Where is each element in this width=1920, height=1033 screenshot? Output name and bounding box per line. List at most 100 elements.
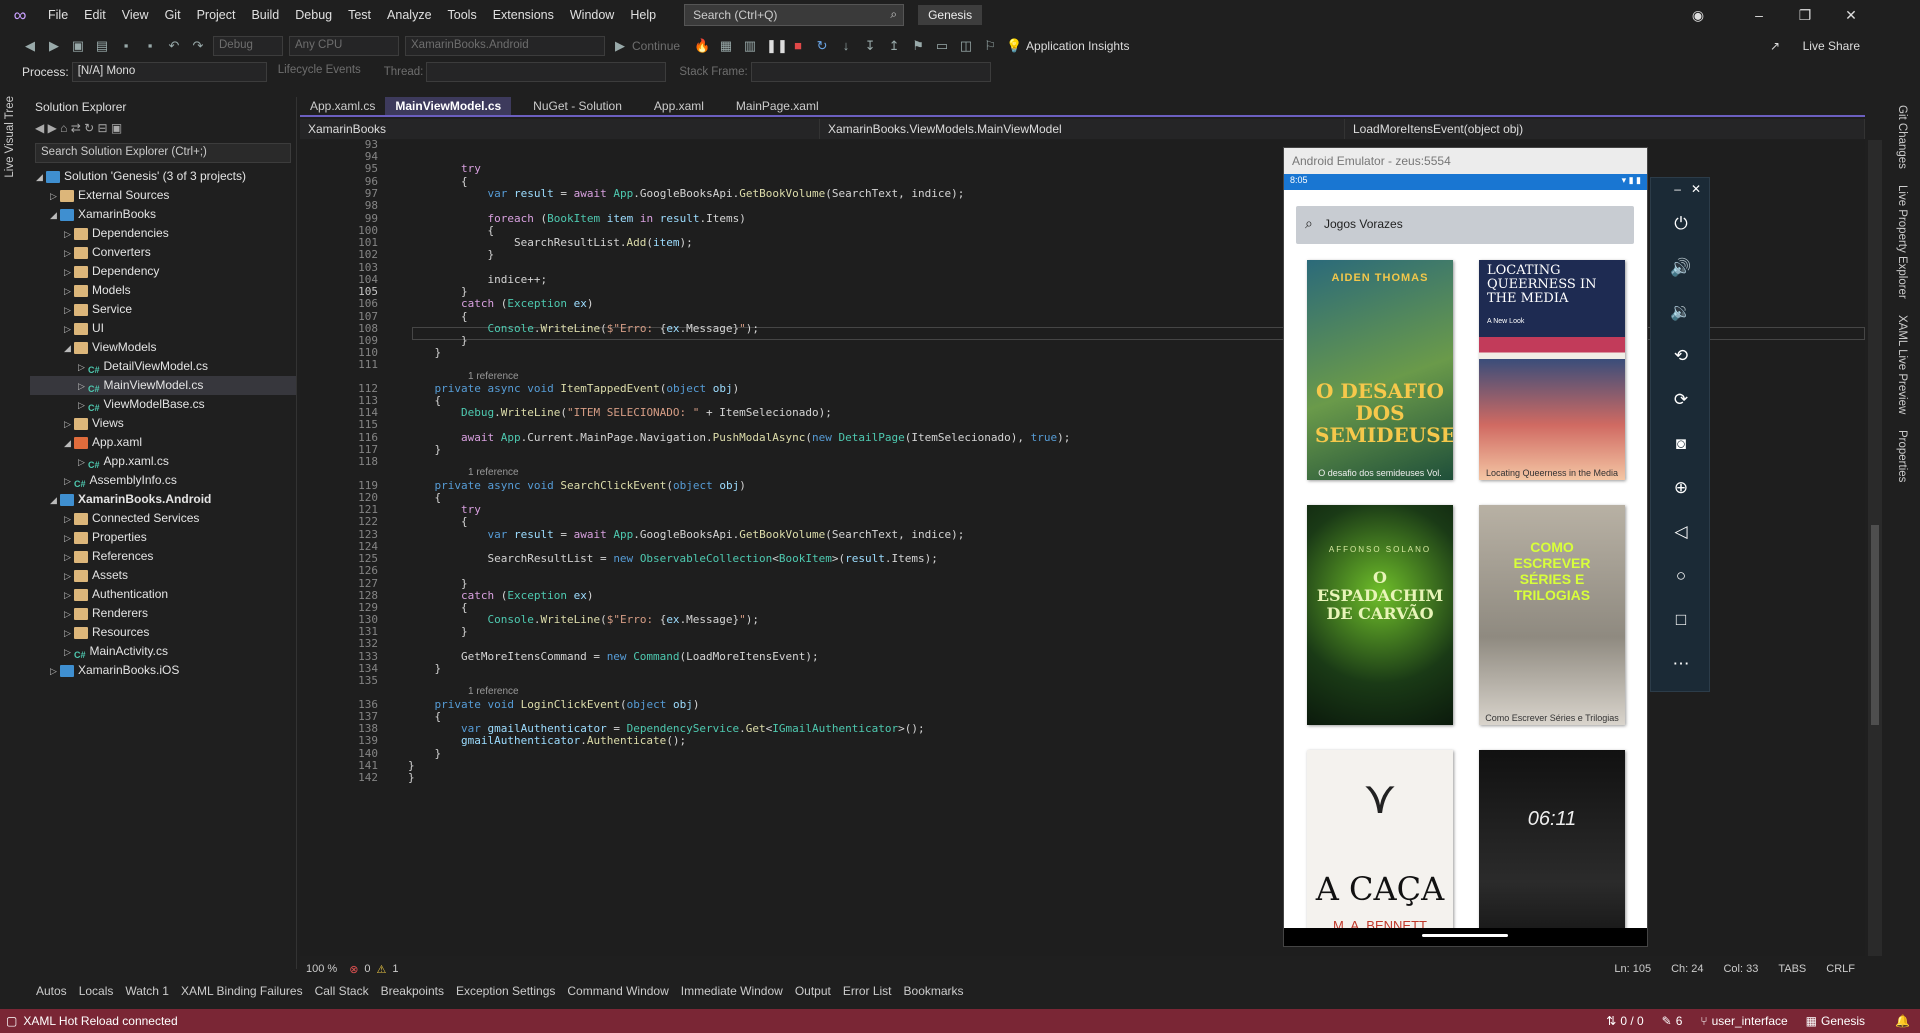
open-icon[interactable]: ▤ bbox=[94, 38, 110, 54]
tree-item[interactable]: ▷ XamarinBooks.iOS bbox=[30, 661, 296, 680]
overview-icon[interactable]: □ bbox=[1651, 610, 1711, 630]
rotate-left-icon[interactable]: ⟲ bbox=[1651, 346, 1711, 366]
configuration-dropdown[interactable]: Debug bbox=[213, 36, 283, 56]
stop-icon[interactable]: ■ bbox=[790, 38, 806, 54]
rail-tab-properties[interactable]: Properties bbox=[1892, 422, 1912, 490]
expand-chevron-icon[interactable]: ▷ bbox=[64, 567, 74, 586]
bookmark-icon[interactable]: ⚐ bbox=[982, 38, 998, 54]
tab-exception-settings[interactable]: Exception Settings bbox=[450, 984, 561, 998]
device-icon[interactable]: ▭ bbox=[934, 38, 950, 54]
expand-chevron-icon[interactable]: ◢ bbox=[50, 206, 60, 225]
expand-chevron-icon[interactable]: ◢ bbox=[64, 339, 74, 358]
more-icon[interactable]: ⋯ bbox=[1651, 654, 1711, 674]
close-button[interactable]: ✕ bbox=[1828, 0, 1874, 30]
undo-icon[interactable]: ↶ bbox=[166, 38, 182, 54]
tab-locals[interactable]: Locals bbox=[73, 984, 120, 998]
branch-name[interactable]: user_interface bbox=[1712, 1014, 1802, 1028]
power-icon[interactable]: ⏻ bbox=[1651, 214, 1711, 234]
reference-codelens[interactable]: 1 reference bbox=[468, 371, 519, 382]
book-search-bar[interactable]: ⌕ Jogos Vorazes bbox=[1296, 206, 1634, 244]
tab-bookmarks[interactable]: Bookmarks bbox=[898, 984, 970, 998]
book-card[interactable]: COMO ESCREVER SÉRIES E TRILOGIAS Como Es… bbox=[1479, 505, 1625, 725]
expand-chevron-icon[interactable]: ▷ bbox=[78, 358, 88, 377]
indent-mode[interactable]: TABS bbox=[1768, 963, 1816, 975]
volume-up-icon[interactable]: 🔊 bbox=[1651, 258, 1711, 278]
new-item-icon[interactable]: ▣ bbox=[70, 38, 86, 54]
live-visual-tree-tab[interactable]: Live Visual Tree bbox=[0, 88, 20, 186]
tab-app-xaml-cs[interactable]: App.xaml.cs bbox=[300, 97, 385, 115]
refresh-icon[interactable]: ↻ bbox=[84, 121, 97, 135]
book-card[interactable]: AIDEN THOMAS O DESAFIO DOS SEMIDEUSES O … bbox=[1307, 260, 1453, 480]
expand-chevron-icon[interactable]: ▷ bbox=[78, 377, 88, 396]
class-dropdown[interactable]: XamarinBooks.ViewModels.MainViewModel bbox=[820, 119, 1345, 139]
tree-item[interactable]: ▷ External Sources bbox=[30, 186, 296, 205]
sync-icon[interactable]: ⇄ bbox=[71, 121, 84, 135]
stack-frame-dropdown[interactable] bbox=[750, 62, 991, 82]
tree-item[interactable]: ▷ C# DetailViewModel.cs bbox=[30, 357, 296, 376]
expand-chevron-icon[interactable]: ▷ bbox=[64, 605, 74, 624]
warning-count[interactable]: 1 bbox=[392, 963, 398, 975]
expand-chevron-icon[interactable]: ▷ bbox=[64, 510, 74, 529]
tree-item[interactable]: ▷ Authentication bbox=[30, 585, 296, 604]
restart-icon[interactable]: ↻ bbox=[814, 38, 830, 54]
tree-item[interactable]: ▷ Assets bbox=[30, 566, 296, 585]
expand-chevron-icon[interactable]: ▷ bbox=[64, 282, 74, 301]
step-into-icon[interactable]: ↧ bbox=[862, 38, 878, 54]
expand-chevron-icon[interactable]: ▷ bbox=[64, 263, 74, 282]
member-dropdown[interactable]: LoadMoreItensEvent(object obj) bbox=[1345, 119, 1865, 139]
tree-item[interactable]: ▷ C# App.xaml.cs bbox=[30, 452, 296, 471]
back-icon[interactable]: ◀ bbox=[35, 121, 48, 135]
volume-down-icon[interactable]: 🔉 bbox=[1651, 302, 1711, 322]
expand-chevron-icon[interactable]: ▷ bbox=[78, 453, 88, 472]
tab-breakpoints[interactable]: Breakpoints bbox=[375, 984, 450, 998]
back-icon[interactable]: ◁ bbox=[1651, 522, 1711, 542]
book-card[interactable]: 06:11 bbox=[1479, 750, 1625, 946]
forward-icon[interactable]: ▶ bbox=[46, 38, 62, 54]
tab-watch-1[interactable]: Watch 1 bbox=[119, 984, 175, 998]
menu-analyze[interactable]: Analyze bbox=[379, 0, 439, 30]
step-out-icon[interactable]: ↥ bbox=[886, 38, 902, 54]
tree-item[interactable]: ▷ Properties bbox=[30, 528, 296, 547]
scrollbar-thumb[interactable] bbox=[1871, 525, 1879, 725]
git-changes-count[interactable]: 0 / 0 bbox=[1620, 1014, 1657, 1028]
hot-reload-icon[interactable]: 🔥 bbox=[694, 38, 710, 54]
screenshot-icon[interactable]: ◙ bbox=[1651, 434, 1711, 454]
expand-chevron-icon[interactable]: ▷ bbox=[50, 187, 60, 206]
tab-autos[interactable]: Autos bbox=[30, 984, 73, 998]
platform-dropdown[interactable]: Any CPU bbox=[289, 36, 399, 56]
expand-chevron-icon[interactable]: ▷ bbox=[64, 320, 74, 339]
continue-button[interactable]: Continue bbox=[632, 39, 680, 53]
process-dropdown[interactable]: [N/A] Mono bbox=[71, 62, 267, 82]
tree-item[interactable]: ▷ UI bbox=[30, 319, 296, 338]
tab-call-stack[interactable]: Call Stack bbox=[309, 984, 375, 998]
tree-item[interactable]: ◢ XamarinBooks bbox=[30, 205, 296, 224]
expand-chevron-icon[interactable]: ▷ bbox=[64, 548, 74, 567]
expand-chevron-icon[interactable]: ◢ bbox=[64, 434, 74, 453]
rail-tab-git-changes[interactable]: Git Changes bbox=[1892, 97, 1912, 177]
expand-chevron-icon[interactable]: ▷ bbox=[64, 301, 74, 320]
tab-nuget-solution[interactable]: NuGet - Solution bbox=[523, 97, 632, 115]
search-input[interactable]: Search (Ctrl+Q) ⌕ bbox=[684, 4, 905, 26]
collapse-all-icon[interactable]: ⊟ bbox=[98, 121, 111, 135]
forward-icon[interactable]: ▶ bbox=[48, 121, 61, 135]
menu-build[interactable]: Build bbox=[243, 0, 287, 30]
pending-edits-count[interactable]: 6 bbox=[1676, 1014, 1697, 1028]
home-icon[interactable]: ○ bbox=[1651, 566, 1711, 586]
book-card[interactable]: LOCATING QUEERNESS IN THE MEDIA A New Lo… bbox=[1479, 260, 1625, 480]
expand-chevron-icon[interactable]: ▷ bbox=[64, 643, 74, 662]
tree-item[interactable]: ▷ C# MainActivity.cs bbox=[30, 642, 296, 661]
tab-mainpage-xaml[interactable]: MainPage.xaml bbox=[726, 97, 829, 115]
restore-button[interactable]: ❐ bbox=[1782, 0, 1828, 30]
tab-command-window[interactable]: Command Window bbox=[561, 984, 674, 998]
tree-item[interactable]: ▷ Resources bbox=[30, 623, 296, 642]
step-over-icon[interactable]: ↓ bbox=[838, 38, 854, 54]
zoom-icon[interactable]: ⊕ bbox=[1651, 478, 1711, 498]
reference-codelens[interactable]: 1 reference bbox=[468, 686, 519, 697]
tree-item[interactable]: ▷ Renderers bbox=[30, 604, 296, 623]
menu-test[interactable]: Test bbox=[340, 0, 379, 30]
emulator-close-icon[interactable]: – ✕ bbox=[1651, 182, 1711, 196]
camera-icon[interactable]: ◫ bbox=[958, 38, 974, 54]
tab-xaml-binding-failures[interactable]: XAML Binding Failures bbox=[175, 984, 309, 998]
tree-item[interactable]: ▷ Dependencies bbox=[30, 224, 296, 243]
menu-window[interactable]: Window bbox=[562, 0, 622, 30]
